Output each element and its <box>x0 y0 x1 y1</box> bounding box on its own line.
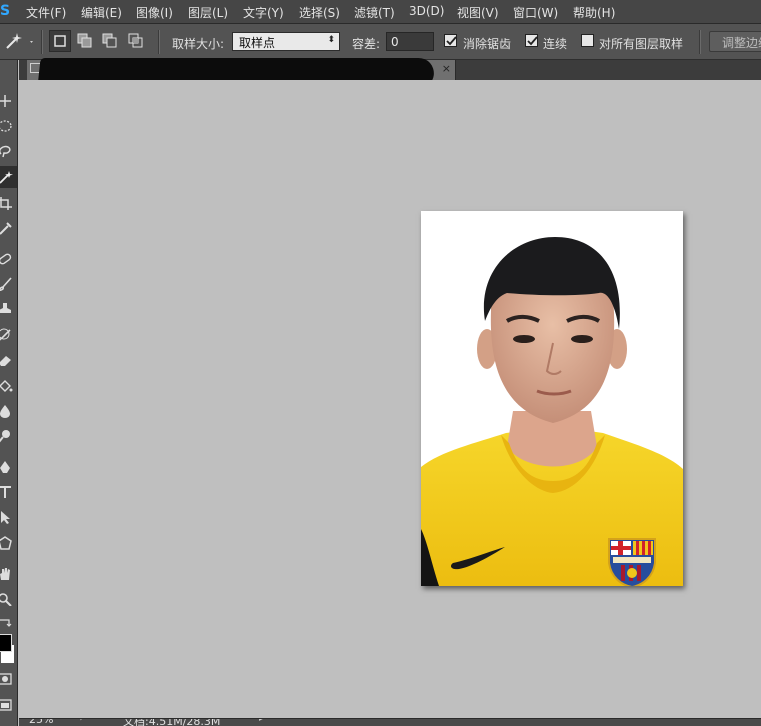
crop-icon <box>0 197 12 210</box>
add-to-selection-button[interactable] <box>74 30 96 52</box>
contiguous-label: 连续 <box>543 37 568 51</box>
sample-all-layers-label: 对所有图层取样 <box>599 37 684 51</box>
menu-file[interactable]: 文件(F) <box>26 4 66 21</box>
hand-icon <box>0 568 10 580</box>
sample-size-value: 取样点 <box>239 36 276 50</box>
dodge-icon <box>0 430 10 443</box>
type-tool[interactable] <box>0 481 17 503</box>
portrait-photo <box>421 211 683 586</box>
chevron-right-icon[interactable]: ▸ <box>259 719 264 724</box>
sample-size-dropdown[interactable]: 取样点 ⬍ <box>232 32 340 51</box>
history-brush-icon <box>0 328 11 341</box>
tools-panel <box>0 60 18 726</box>
move-icon <box>0 95 11 107</box>
blur-tool[interactable] <box>0 400 17 422</box>
eyedropper-icon <box>0 222 12 235</box>
menu-window[interactable]: 窗口(W) <box>513 4 558 21</box>
status-bar: 25% ⇨ 文档:4.51M/28.3M ▸ <box>19 718 761 726</box>
menu-bar: S 文件(F) 编辑(E) 图像(I) 图层(L) 文字(Y) 选择(S) 滤镜… <box>0 0 761 24</box>
magic-wand-icon <box>0 171 13 184</box>
marquee-tool[interactable] <box>0 115 17 137</box>
menu-help[interactable]: 帮助(H) <box>573 4 615 21</box>
clone-stamp-tool[interactable] <box>0 298 17 320</box>
move-tool[interactable] <box>0 90 17 112</box>
new-selection-button[interactable] <box>49 30 71 52</box>
screen-mode-icon <box>0 699 12 711</box>
checkmark-icon <box>446 36 457 46</box>
menu-3d[interactable]: 3D(D) <box>409 4 444 18</box>
crop-tool[interactable] <box>0 192 17 214</box>
shape-tool[interactable] <box>0 532 17 554</box>
document-tab-bar: × <box>19 58 761 88</box>
tool-preset-picker[interactable] <box>2 30 36 54</box>
new-selection-icon <box>54 35 66 47</box>
share-icon[interactable]: ⇨ <box>75 719 83 724</box>
photoshop-logo: S <box>0 3 11 19</box>
eyedropper-tool[interactable] <box>0 217 17 239</box>
foreground-color-swatch[interactable] <box>0 634 12 652</box>
canvas-area[interactable] <box>19 80 761 718</box>
swap-colors-button[interactable] <box>0 612 17 634</box>
menu-layer[interactable]: 图层(L) <box>188 4 228 21</box>
club-crest-icon <box>608 538 656 586</box>
quick-mask-button[interactable] <box>0 668 17 690</box>
add-selection-icon <box>77 33 92 48</box>
bandage-icon <box>0 253 12 265</box>
quick-mask-icon <box>0 673 12 685</box>
marquee-icon <box>0 120 12 132</box>
brush-icon <box>0 277 12 291</box>
droplet-icon <box>0 405 10 418</box>
magic-wand-tool[interactable] <box>0 166 17 188</box>
eraser-tool[interactable] <box>0 349 17 371</box>
pen-tool[interactable] <box>0 456 17 478</box>
magic-wand-icon <box>6 33 33 49</box>
lasso-tool[interactable] <box>0 140 17 162</box>
healing-brush-tool[interactable] <box>0 248 17 270</box>
sample-all-layers-checkbox[interactable] <box>581 34 594 47</box>
zoom-level[interactable]: 25% <box>29 719 53 726</box>
paint-bucket-icon <box>0 380 13 392</box>
arrow-pointer-icon <box>1 511 10 524</box>
document-tab[interactable]: × <box>27 58 456 88</box>
document-size-info: 文档:4.51M/28.3M <box>123 718 221 726</box>
menu-select[interactable]: 选择(S) <box>299 4 340 21</box>
refine-edge-button[interactable]: 调整边缘... <box>709 31 761 52</box>
menu-filter[interactable]: 滤镜(T) <box>354 4 395 21</box>
stamp-icon <box>0 303 11 313</box>
tolerance-input[interactable] <box>386 32 434 51</box>
menu-type[interactable]: 文字(Y) <box>243 4 284 21</box>
checkmark-icon <box>527 36 538 46</box>
subtract-selection-icon <box>102 33 117 48</box>
menu-view[interactable]: 视图(V) <box>457 4 499 21</box>
brush-tool[interactable] <box>0 273 17 295</box>
gradient-tool[interactable] <box>0 375 17 397</box>
anti-alias-label: 消除锯齿 <box>463 37 512 51</box>
sample-size-label: 取样大小: <box>172 37 225 51</box>
close-tab-icon[interactable]: × <box>442 62 451 75</box>
path-selection-tool[interactable] <box>0 506 17 528</box>
subtract-from-selection-button[interactable] <box>99 30 121 52</box>
type-icon <box>0 486 11 498</box>
anti-alias-checkbox[interactable] <box>444 34 457 47</box>
document-image[interactable] <box>421 211 683 586</box>
magnifier-icon <box>0 593 12 606</box>
tolerance-label: 容差: <box>352 37 381 51</box>
pen-icon <box>0 461 10 473</box>
screen-mode-button[interactable] <box>0 694 17 716</box>
options-bar: 取样大小: 取样点 ⬍ 容差: 消除锯齿 连续 对所有图层取样 调整边缘... <box>0 24 761 60</box>
eraser-icon <box>0 356 11 366</box>
lasso-icon <box>0 145 11 158</box>
history-brush-tool[interactable] <box>0 324 17 346</box>
contiguous-checkbox[interactable] <box>525 34 538 47</box>
swap-arrows-icon <box>0 619 12 627</box>
hand-tool[interactable] <box>0 563 17 585</box>
polygon-icon <box>0 536 12 550</box>
intersect-selection-button[interactable] <box>125 30 147 52</box>
menu-edit[interactable]: 编辑(E) <box>81 4 122 21</box>
intersect-selection-icon <box>128 33 143 48</box>
updown-arrow-icon: ⬍ <box>327 35 335 45</box>
menu-image[interactable]: 图像(I) <box>136 4 173 21</box>
zoom-tool[interactable] <box>0 588 17 610</box>
dodge-tool[interactable] <box>0 425 17 447</box>
